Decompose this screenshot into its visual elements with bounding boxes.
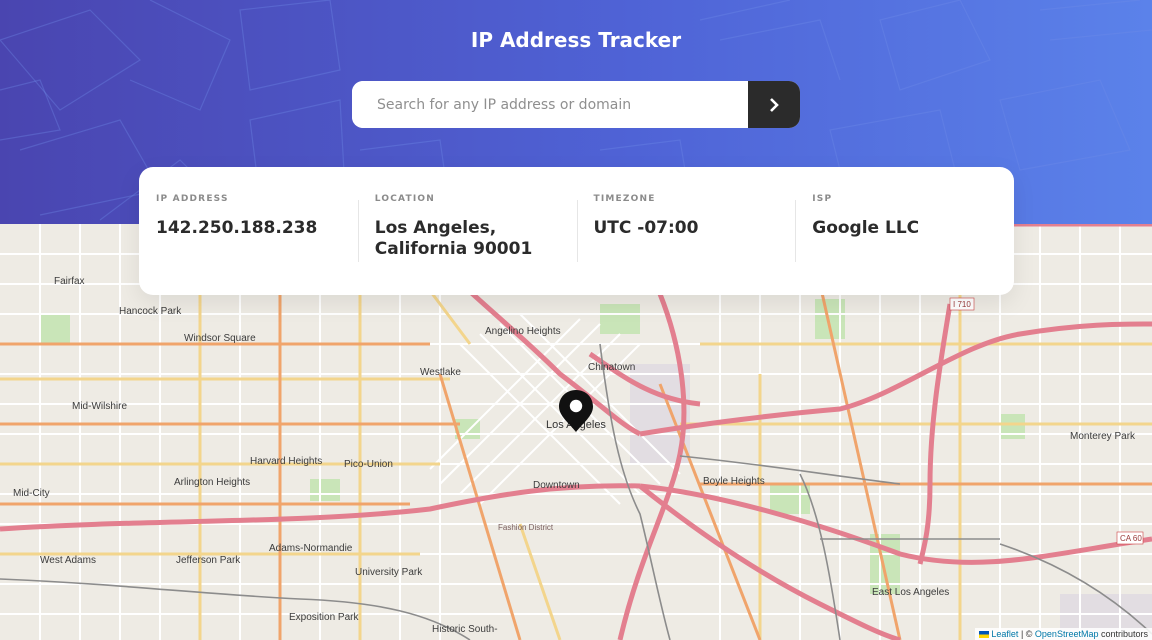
place-label: Historic South- <box>432 624 498 635</box>
timezone-label: TIMEZONE <box>593 194 656 204</box>
place-label: University Park <box>355 567 423 578</box>
timezone-value: UTC -07:00 <box>593 218 699 238</box>
place-label: Angelino Heights <box>485 326 561 337</box>
place-label: Adams-Normandie <box>269 543 353 554</box>
attribution-separator: | © <box>1018 629 1035 639</box>
place-label: Exposition Park <box>289 612 359 623</box>
place-label: Chinatown <box>588 362 635 373</box>
location-value: Los Angeles, California 90001 <box>375 218 560 260</box>
park <box>310 479 340 501</box>
location-label: LOCATION <box>374 194 435 204</box>
place-label: Hancock Park <box>119 306 182 317</box>
place-label: Westlake <box>420 367 461 378</box>
ip-address-section: IP ADDRESS 142.250.188.238 <box>139 167 358 295</box>
place-label: Harvard Heights <box>250 456 322 467</box>
attribution-contributors: contributors <box>1098 629 1148 639</box>
route-label-i710: I 710 <box>953 300 971 309</box>
ukraine-flag-icon <box>978 631 989 639</box>
place-label: West Adams <box>40 555 96 566</box>
park <box>40 314 70 344</box>
location-value-line1: Los Angeles, <box>374 218 497 238</box>
search-input[interactable] <box>352 81 748 128</box>
place-label: Fairfax <box>54 276 85 287</box>
search-form <box>352 81 800 128</box>
leaflet-link[interactable]: Leaflet <box>991 629 1018 639</box>
park <box>770 484 810 514</box>
isp-value: Google LLC <box>812 218 920 238</box>
info-card: IP ADDRESS 142.250.188.238 LOCATION Los … <box>139 167 1014 295</box>
place-label: East Los Angeles <box>872 587 949 598</box>
location-section: LOCATION Los Angeles, California 90001 <box>357 167 577 295</box>
ip-address-label: IP ADDRESS <box>156 194 229 204</box>
place-label: Windsor Square <box>184 333 256 344</box>
place-label: Boyle Heights <box>703 476 765 487</box>
page-title: IP Address Tracker <box>470 28 682 52</box>
place-label: Mid-Wilshire <box>72 401 127 412</box>
openstreetmap-link[interactable]: OpenStreetMap <box>1035 629 1099 639</box>
location-value-line2: California 90001 <box>374 239 533 259</box>
park <box>600 304 640 334</box>
isp-section: ISP Google LLC <box>795 167 1014 295</box>
place-label: Arlington Heights <box>174 477 250 488</box>
place-label: Monterey Park <box>1070 431 1136 442</box>
place-label: Mid-City <box>13 488 50 499</box>
location-marker-icon[interactable] <box>558 389 594 433</box>
map-attribution: Leaflet | © OpenStreetMap contributors <box>974 628 1152 640</box>
route-label-ca60: CA 60 <box>1120 534 1142 543</box>
search-button[interactable] <box>748 81 800 128</box>
isp-label: ISP <box>812 194 833 204</box>
ip-address-value: 142.250.188.238 <box>156 218 318 238</box>
timezone-section: TIMEZONE UTC -07:00 <box>576 167 796 295</box>
place-label: Jefferson Park <box>176 555 241 566</box>
chevron-right-icon <box>769 97 779 112</box>
place-label: Downtown <box>533 480 580 491</box>
place-label: Fashion District <box>498 523 554 532</box>
place-label: Pico-Union <box>344 459 393 470</box>
park <box>1000 414 1025 439</box>
